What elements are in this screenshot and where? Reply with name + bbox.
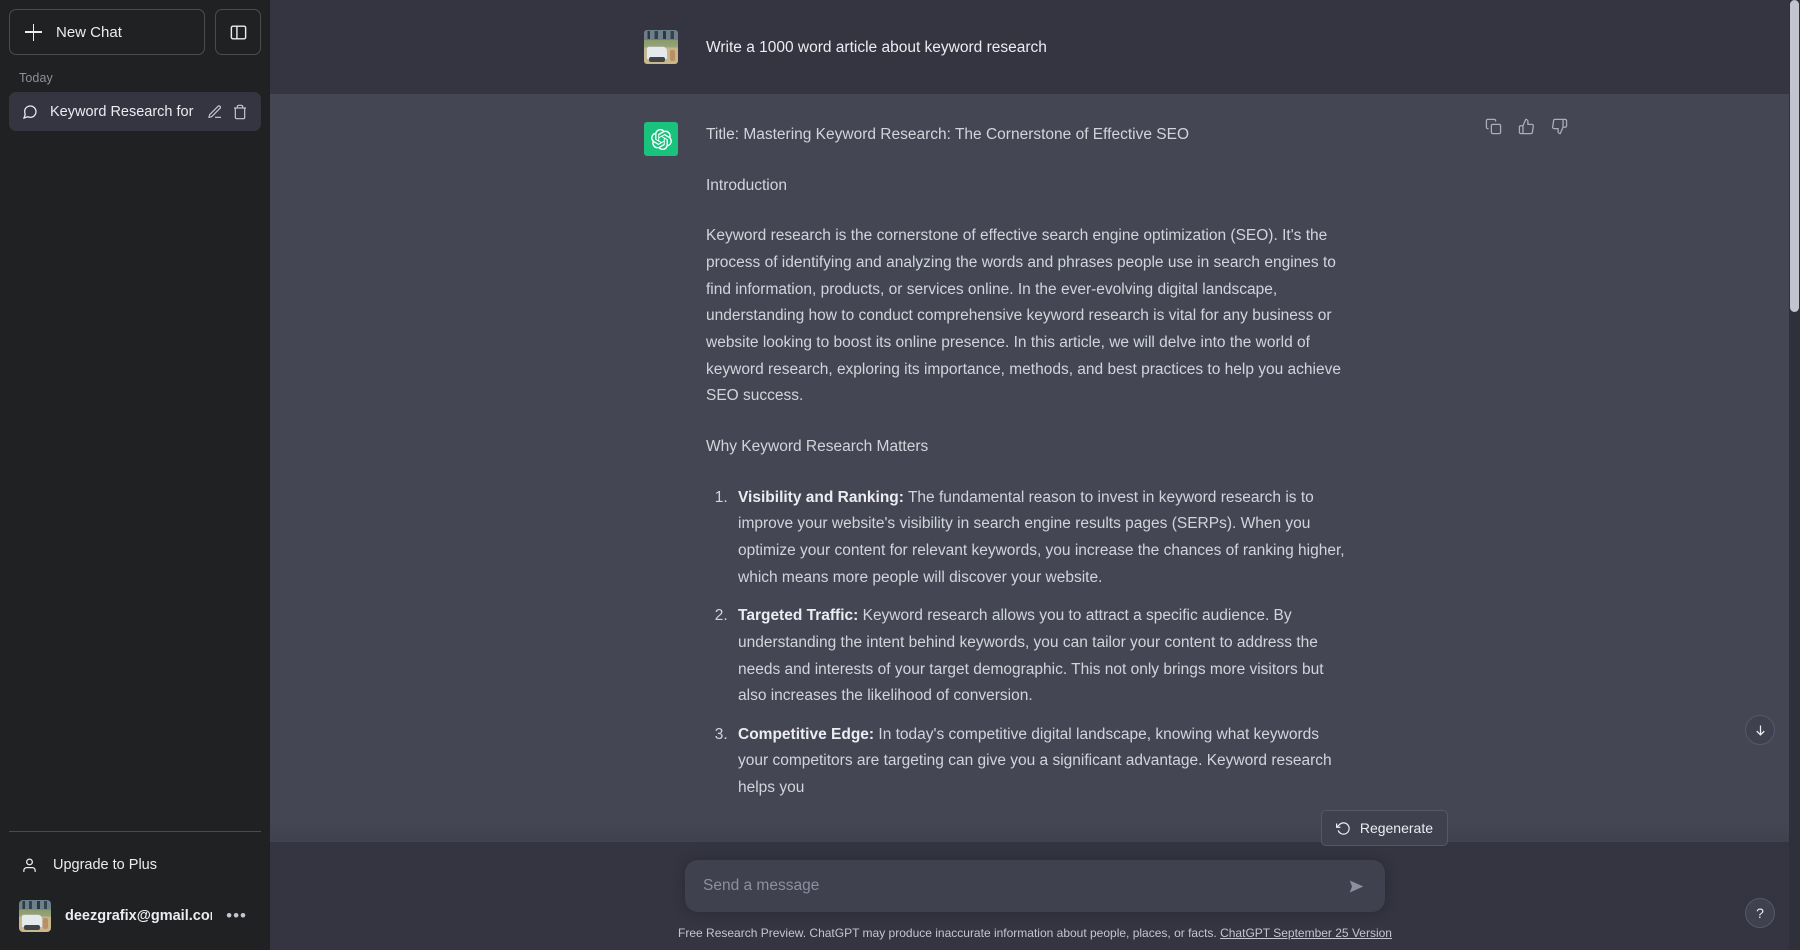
send-button[interactable] [1344, 874, 1369, 899]
pencil-icon[interactable] [207, 104, 223, 120]
paragraph-introduction: Keyword research is the cornerstone of e… [706, 227, 1341, 405]
user-message-row: Write a 1000 word article about keyword … [270, 0, 1800, 94]
version-link[interactable]: ChatGPT September 25 Version [1220, 926, 1392, 940]
assistant-message-actions [1485, 118, 1568, 135]
scrollbar-track[interactable] [1789, 0, 1800, 950]
openai-knot-icon [650, 128, 672, 150]
message-composer[interactable] [685, 860, 1385, 912]
regenerate-button[interactable]: Regenerate [1320, 810, 1448, 846]
user-message-text: Write a 1000 word article about keyword … [706, 39, 1047, 56]
new-chat-label: New Chat [56, 23, 122, 41]
list-item-term: Targeted Traffic: [738, 607, 859, 625]
sidebar-toggle-button[interactable] [215, 9, 261, 55]
upgrade-to-plus-button[interactable]: Upgrade to Plus [9, 841, 261, 889]
help-button[interactable]: ? [1745, 898, 1775, 928]
assistant-message-body: Title: Mastering Keyword Research: The C… [706, 122, 1406, 814]
message-bubble-icon [22, 104, 37, 119]
scrollbar-thumb[interactable] [1790, 0, 1799, 312]
sidebar-header: New Chat [9, 9, 261, 55]
account-button[interactable]: deezgrafix@gmail.com ••• [9, 891, 261, 941]
avatar [644, 30, 678, 64]
regenerate-label: Regenerate [1359, 820, 1433, 836]
help-label: ? [1756, 905, 1764, 921]
sidebar-footer: Upgrade to Plus deezgrafix@gmail.com ••• [9, 831, 261, 941]
composer-area: Regenerate Free Research Preview. ChatGP… [270, 810, 1800, 950]
list-item: Visibility and Ranking: The fundamental … [732, 485, 1346, 592]
disclaimer-text: Free Research Preview. ChatGPT may produ… [678, 926, 1217, 940]
footer-disclaimer: Free Research Preview. ChatGPT may produ… [678, 926, 1392, 940]
assistant-message-row: Title: Mastering Keyword Research: The C… [270, 94, 1800, 842]
section-label-today: Today [19, 71, 53, 85]
conversation-thread: Write a 1000 word article about keyword … [270, 0, 1800, 950]
list-item-term: Competitive Edge: [738, 725, 875, 743]
upgrade-label: Upgrade to Plus [53, 857, 157, 873]
benefits-list: Visibility and Ranking: The fundamental … [732, 485, 1346, 802]
plus-icon [25, 23, 42, 41]
thumbs-down-icon[interactable] [1551, 118, 1568, 135]
list-item: Competitive Edge: In today's competitive… [732, 722, 1346, 802]
list-item: Targeted Traffic: Keyword research allow… [732, 603, 1346, 710]
avatar [19, 900, 51, 932]
trash-icon[interactable] [232, 104, 248, 120]
chatgpt-app: New Chat Today Keyword Research for S Up… [0, 0, 1800, 950]
heading-introduction: Introduction [706, 176, 787, 194]
sidebar: New Chat Today Keyword Research for S Up… [0, 0, 270, 950]
chat-history-item[interactable]: Keyword Research for S [9, 92, 261, 131]
sidebar-panel-icon [230, 24, 246, 40]
account-email: deezgrafix@gmail.com [65, 908, 213, 924]
copy-icon[interactable] [1485, 118, 1502, 135]
thumbs-up-icon[interactable] [1518, 118, 1535, 135]
article-title: Title: Mastering Keyword Research: The C… [706, 126, 1190, 143]
refresh-icon [1335, 821, 1350, 835]
chatgpt-logo [644, 122, 678, 156]
list-item-term: Visibility and Ranking: [738, 488, 904, 506]
chat-history-item-actions [207, 104, 248, 120]
heading-why-keyword-research-matters: Why Keyword Research Matters [706, 437, 929, 455]
chat-history-list: Keyword Research for S [9, 92, 261, 831]
person-icon [23, 857, 36, 872]
send-arrow-icon [1349, 879, 1364, 893]
scroll-to-bottom-button[interactable] [1745, 715, 1775, 745]
chat-history-item-title: Keyword Research for S [50, 103, 195, 120]
main-panel: Write a 1000 word article about keyword … [270, 0, 1800, 950]
ellipsis-icon[interactable]: ••• [226, 906, 251, 926]
new-chat-button[interactable]: New Chat [9, 9, 205, 55]
message-input[interactable] [703, 860, 1344, 912]
arrow-down-icon [1755, 725, 1765, 736]
